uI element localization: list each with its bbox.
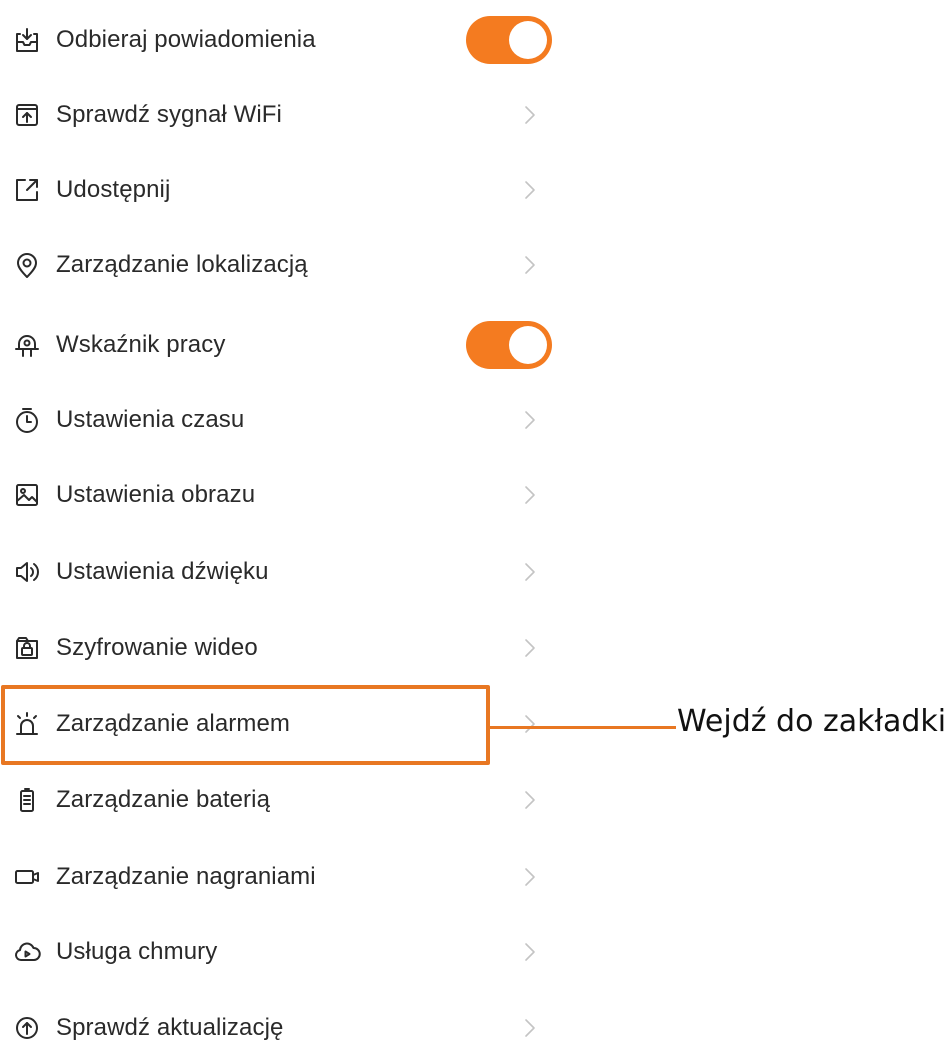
chevron-right-icon [520,560,540,584]
settings-item-label: Zarządzanie lokalizacją [56,251,308,278]
callout-line [490,726,676,729]
chevron-right-icon [520,483,540,507]
chevron-right-icon [520,1016,540,1040]
settings-item-label: Sprawdź aktualizację [56,1014,284,1041]
settings-item-time[interactable]: Ustawienia czasu [0,390,600,450]
settings-item-label: Usługa chmury [56,938,218,965]
chevron-right-icon [520,408,540,432]
settings-item-update[interactable]: Sprawdź aktualizację [0,998,600,1058]
signal-box-icon [10,98,44,132]
notifications-toggle[interactable] [466,16,552,64]
settings-item-notifications[interactable]: Odbieraj powiadomienia [0,10,600,70]
settings-item-battery[interactable]: Zarządzanie baterią [0,770,600,830]
location-pin-icon [10,248,44,282]
update-arrow-icon [10,1011,44,1045]
indicator-light-icon [10,328,44,362]
chevron-right-icon [520,178,540,202]
settings-item-image[interactable]: Ustawienia obrazu [0,465,600,525]
chevron-right-icon [520,940,540,964]
settings-item-label: Wskaźnik pracy [56,331,226,358]
settings-item-label: Zarządzanie nagraniami [56,863,316,890]
settings-item-work-indicator[interactable]: Wskaźnik pracy [0,315,600,375]
inbox-download-icon [10,23,44,57]
settings-item-share[interactable]: Udostępnij [0,160,600,220]
speaker-icon [10,555,44,589]
settings-item-cloud[interactable]: Usługa chmury [0,922,600,982]
settings-item-location[interactable]: Zarządzanie lokalizacją [0,235,600,295]
settings-item-label: Zarządzanie baterią [56,786,271,813]
video-camera-icon [10,860,44,894]
settings-item-video-encryption[interactable]: Szyfrowanie wideo [0,618,600,678]
settings-item-label: Odbieraj powiadomienia [56,26,316,53]
toggle-knob [509,326,547,364]
settings-item-label: Ustawienia czasu [56,406,245,433]
settings-item-label: Sprawdź sygnał WiFi [56,101,282,128]
settings-item-sound[interactable]: Ustawienia dźwięku [0,542,600,602]
settings-item-wifi-signal[interactable]: Sprawdź sygnał WiFi [0,85,600,145]
settings-item-label: Ustawienia dźwięku [56,558,269,585]
toggle-knob [509,21,547,59]
chevron-right-icon [520,636,540,660]
chevron-right-icon [520,712,540,736]
cloud-play-icon [10,935,44,969]
settings-item-label: Udostępnij [56,176,171,203]
settings-item-label: Ustawienia obrazu [56,481,256,508]
image-icon [10,478,44,512]
settings-item-recordings[interactable]: Zarządzanie nagraniami [0,847,600,907]
chevron-right-icon [520,788,540,812]
lock-folder-icon [10,631,44,665]
chevron-right-icon [520,253,540,277]
callout-text: Wejdź do zakładki [677,704,944,739]
timer-icon [10,403,44,437]
work-indicator-toggle[interactable] [466,321,552,369]
alarm-highlight-box [1,685,490,765]
chevron-right-icon [520,103,540,127]
chevron-right-icon [520,865,540,889]
battery-icon [10,783,44,817]
share-external-icon [10,173,44,207]
settings-item-label: Szyfrowanie wideo [56,634,258,661]
